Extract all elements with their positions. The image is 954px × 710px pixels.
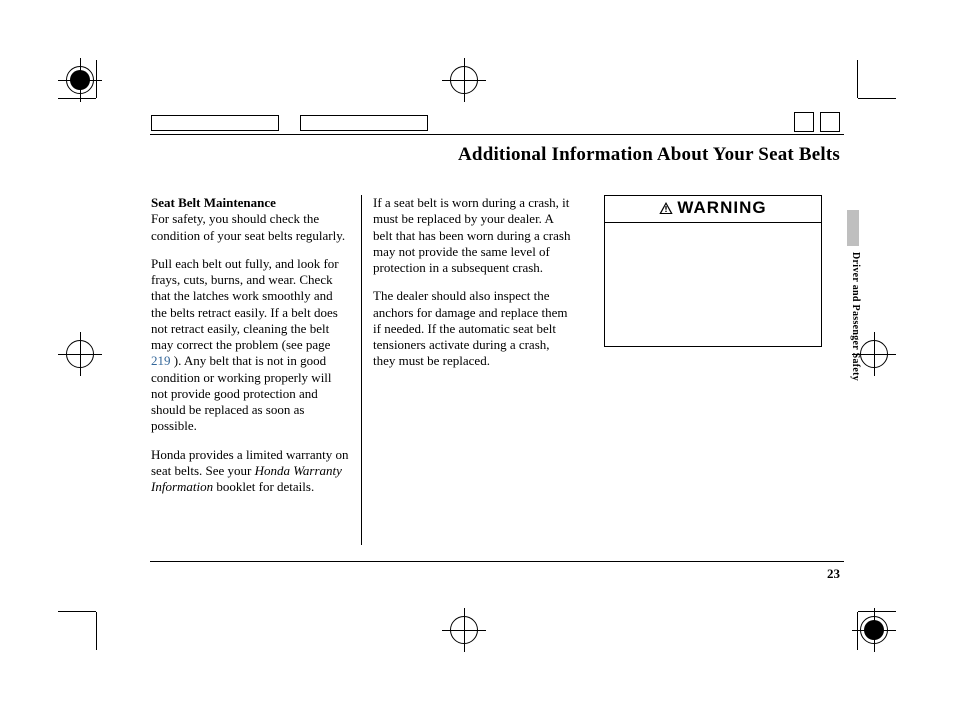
- text-column-1: Seat Belt Maintenance For safety, you sh…: [151, 195, 351, 495]
- section-tab: [847, 210, 859, 246]
- body-text: For safety, you should check the conditi…: [151, 211, 345, 242]
- warning-box: WARNING: [604, 195, 822, 347]
- body-text: ). Any belt that is not in good conditio…: [151, 353, 332, 433]
- crosshair-icon: [450, 616, 478, 644]
- warning-label: WARNING: [677, 198, 766, 217]
- manual-page: Additional Information About Your Seat B…: [0, 0, 954, 710]
- header-rule: [150, 134, 844, 135]
- body-text: If a seat belt is worn during a crash, i…: [373, 195, 573, 276]
- warning-triangle-icon: [659, 199, 673, 219]
- blank-field: [151, 115, 279, 131]
- page-number: 23: [827, 566, 840, 582]
- subsection-heading: Seat Belt Maintenance: [151, 195, 276, 210]
- body-text: booklet for details.: [213, 479, 314, 494]
- checkbox-mark: [820, 112, 840, 132]
- body-text: The dealer should also inspect the ancho…: [373, 288, 573, 369]
- registration-mark-icon: [66, 66, 94, 94]
- footer-rule: [150, 561, 844, 562]
- body-text: Pull each belt out fully, and look for f…: [151, 256, 339, 352]
- page-reference-link[interactable]: 219: [151, 353, 171, 368]
- text-column-2: If a seat belt is worn during a crash, i…: [373, 195, 573, 370]
- warning-heading: WARNING: [605, 196, 821, 223]
- column-divider: [361, 195, 362, 545]
- checkbox-mark: [794, 112, 814, 132]
- crosshair-icon: [450, 66, 478, 94]
- crosshair-icon: [860, 340, 888, 368]
- blank-field: [300, 115, 428, 131]
- registration-mark-icon: [860, 616, 888, 644]
- crosshair-icon: [66, 340, 94, 368]
- section-label: Driver and Passenger Safety: [850, 252, 861, 381]
- page-title: Additional Information About Your Seat B…: [458, 144, 840, 166]
